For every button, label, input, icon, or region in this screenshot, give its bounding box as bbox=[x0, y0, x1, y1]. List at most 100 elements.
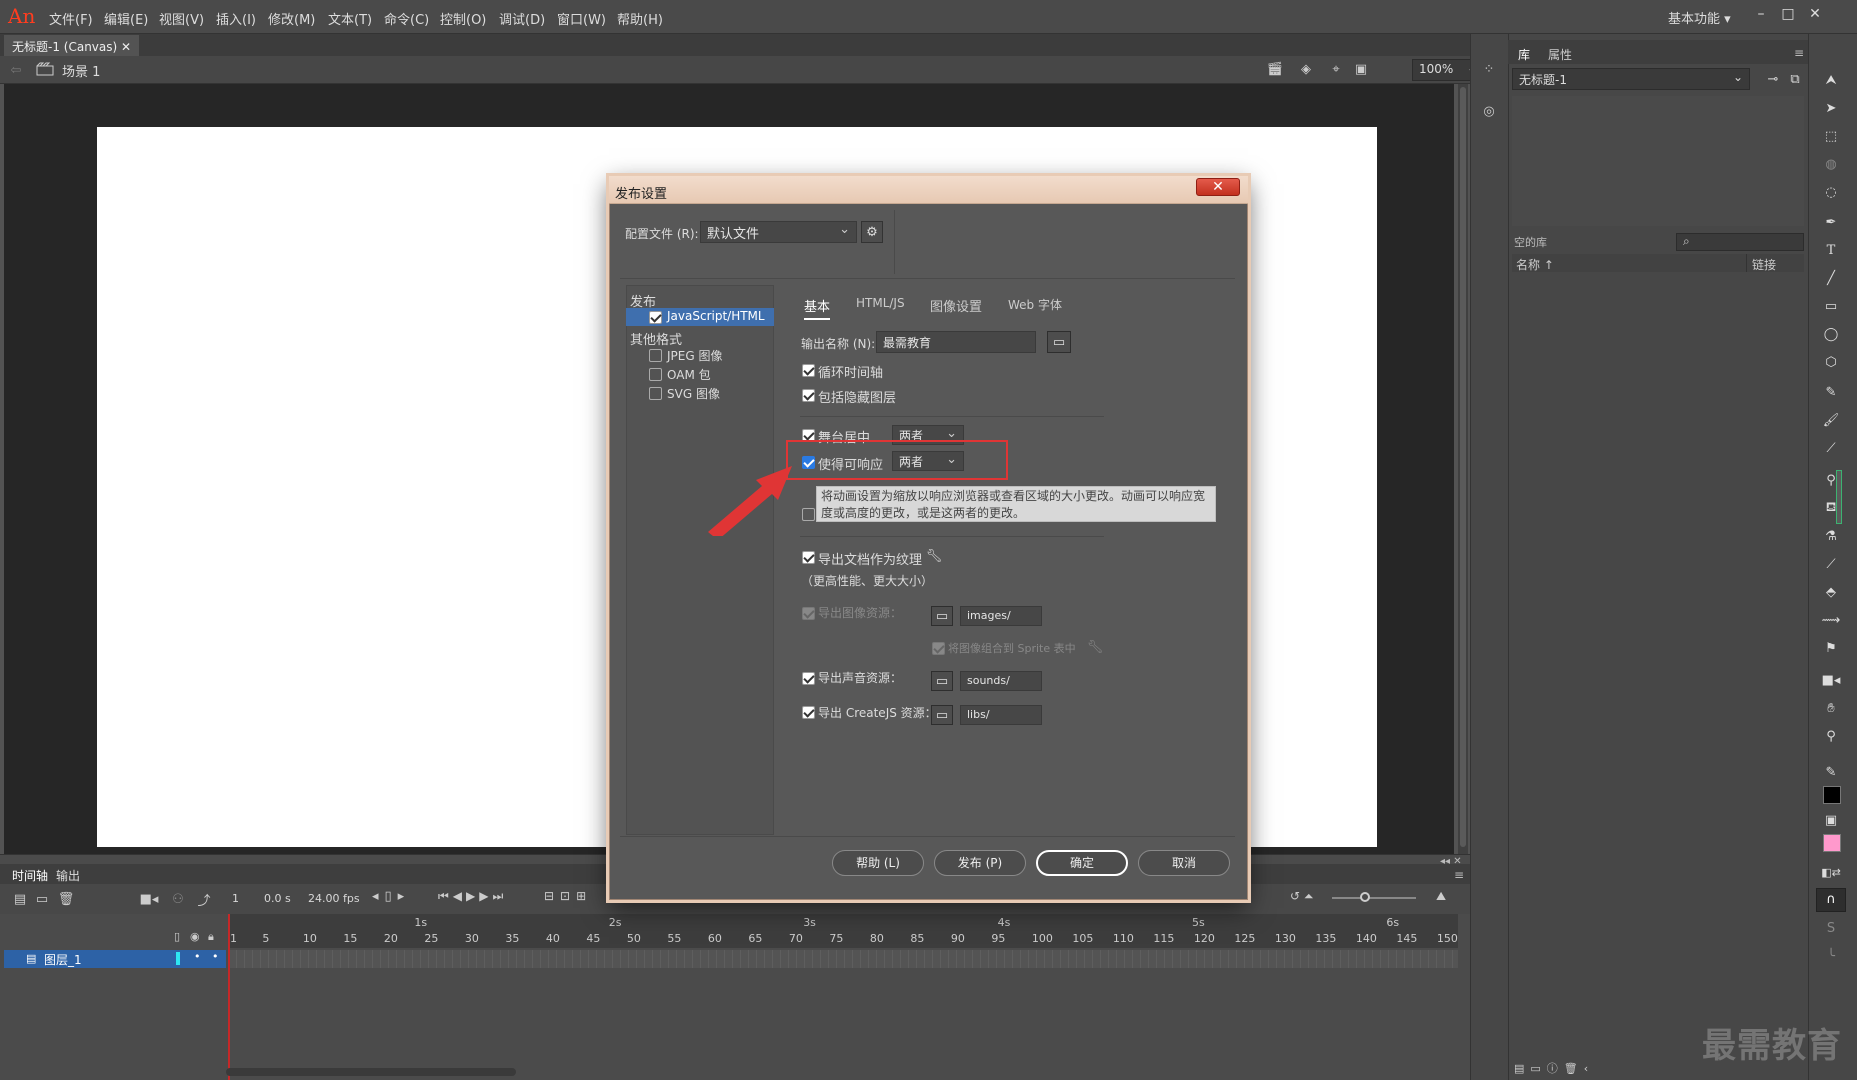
sounds-folder-icon[interactable]: ▭ bbox=[931, 671, 953, 691]
wrench-icon[interactable]: 🔧︎ bbox=[926, 548, 943, 564]
sprite-checkbox[interactable] bbox=[932, 642, 945, 655]
graph-icon[interactable]: ⤴ bbox=[196, 891, 212, 909]
library-list[interactable] bbox=[1512, 272, 1804, 1052]
clip-content-icon[interactable]: ▣ bbox=[1352, 60, 1370, 78]
minimize-icon[interactable]: – bbox=[1749, 4, 1773, 24]
lock-icon[interactable]: 🔒︎ bbox=[208, 930, 214, 944]
new-library-panel-icon[interactable]: ⧉ bbox=[1786, 70, 1804, 88]
frame-rate[interactable]: 24.00 fps bbox=[308, 892, 360, 905]
tab-web-fonts[interactable]: Web 字体 bbox=[1008, 296, 1062, 313]
frame-ruler[interactable]: 1s 2s 3s 4s 5s 6s 1 5 10 15 20 25 30 35 40 45 50 55 60 65 70… bbox=[228, 914, 1458, 948]
collapse-panel-icon[interactable]: ◂◂ ✕ bbox=[1440, 856, 1462, 867]
width-tool-icon[interactable]: ⟿ bbox=[1817, 608, 1845, 632]
export-sounds-checkbox[interactable] bbox=[802, 672, 815, 685]
zoom-tool-icon[interactable]: ⚲ bbox=[1817, 724, 1845, 748]
menu-insert[interactable]: 插入(I) bbox=[216, 9, 256, 28]
loop-icon[interactable]: ↺ ⏶ bbox=[1290, 889, 1313, 904]
profile-gear-icon[interactable]: ⚙ bbox=[861, 221, 883, 243]
oam-checkbox[interactable] bbox=[649, 368, 662, 381]
rectangle-tool-icon[interactable]: ▭ bbox=[1817, 294, 1845, 318]
cc-libraries-icon[interactable]: ◎ bbox=[1478, 100, 1500, 122]
motion-presets-icon[interactable]: ⁘ bbox=[1478, 58, 1500, 80]
edit-scene-icon[interactable]: 🎬︎ bbox=[1266, 60, 1284, 78]
eye-icon[interactable]: ◉ bbox=[190, 930, 200, 943]
workspace-switcher[interactable]: 基本功能 ▾ bbox=[1668, 8, 1731, 27]
hand-tool-icon[interactable]: ✋︎ bbox=[1817, 696, 1845, 720]
center-stage-icon[interactable]: ⌖ bbox=[1327, 60, 1345, 78]
oval-tool-icon[interactable]: ◯ bbox=[1817, 322, 1845, 346]
tools-scrollbar[interactable] bbox=[1836, 470, 1842, 524]
images-folder-icon[interactable]: ▭ bbox=[931, 606, 953, 626]
3d-rotation-tool-icon[interactable]: ◍ bbox=[1817, 152, 1845, 176]
ink-bottle-tool-icon[interactable]: ⚗ bbox=[1817, 524, 1845, 548]
stroke-swatch[interactable] bbox=[1823, 786, 1841, 804]
onion-skin-icons[interactable]: ⊟⊡⊞ bbox=[544, 889, 592, 903]
polystar-tool-icon[interactable]: ⬡ bbox=[1817, 350, 1845, 374]
playhead[interactable] bbox=[228, 914, 230, 1080]
loop-timeline-checkbox[interactable] bbox=[802, 364, 815, 377]
line-tool-icon[interactable]: ╱ bbox=[1817, 266, 1845, 290]
ok-button[interactable]: 确定 bbox=[1036, 850, 1128, 876]
dialog-close-button[interactable]: ✕ bbox=[1196, 178, 1240, 196]
eraser-tool-icon[interactable]: ⬘ bbox=[1817, 580, 1845, 604]
tab-library[interactable]: 库 bbox=[1518, 46, 1530, 63]
camera-icon[interactable]: ■◂ bbox=[140, 891, 159, 907]
layer-row[interactable]: ▤ 图层_1 • • bbox=[4, 950, 226, 968]
output-name-input[interactable]: 最需教育 bbox=[876, 331, 1036, 353]
current-frame[interactable]: 1 bbox=[232, 892, 239, 905]
pen-tool-icon[interactable]: ✒︎ bbox=[1817, 210, 1845, 234]
menu-debug[interactable]: 调试(D) bbox=[499, 9, 545, 28]
trash-icon[interactable]: 🗑︎ bbox=[58, 891, 75, 907]
frame-nav-icons[interactable]: ◂▯▸ bbox=[372, 889, 410, 904]
playback-controls-icons[interactable]: ⏮◀▶▶⏭ bbox=[438, 889, 507, 904]
selection-tool-icon[interactable]: ⮝ bbox=[1817, 68, 1845, 92]
include-hidden-checkbox[interactable] bbox=[802, 389, 815, 402]
publish-button[interactable]: 发布 (P) bbox=[934, 850, 1026, 876]
timeline-scrollbar[interactable] bbox=[226, 1068, 516, 1076]
profile-select[interactable]: 默认文件 bbox=[700, 221, 857, 243]
pencil-tool-icon[interactable]: ✎ bbox=[1817, 380, 1845, 404]
svg-checkbox[interactable] bbox=[649, 387, 662, 400]
camera-tool-icon[interactable]: ■◂ bbox=[1817, 668, 1845, 692]
menu-file[interactable]: 文件(F) bbox=[49, 9, 93, 28]
lasso-tool-icon[interactable]: ◌ bbox=[1817, 180, 1845, 204]
tab-output[interactable]: 输出 bbox=[56, 867, 80, 884]
images-path-input[interactable]: images/ bbox=[960, 606, 1042, 626]
menu-modify[interactable]: 修改(M) bbox=[268, 9, 315, 28]
subselection-tool-icon[interactable]: ➤ bbox=[1817, 96, 1845, 120]
library-search-input[interactable]: ⌕ bbox=[1676, 233, 1804, 251]
brush-tool-icon[interactable]: ⟋ bbox=[1817, 436, 1845, 460]
visibility-dot[interactable]: • bbox=[194, 950, 201, 963]
frames-row[interactable] bbox=[228, 950, 1458, 968]
eyedropper-tool-icon[interactable]: ⟋ bbox=[1817, 552, 1845, 576]
asset-warp-tool-icon[interactable]: ⚑ bbox=[1817, 636, 1845, 660]
lock-dot[interactable]: • bbox=[212, 950, 219, 963]
panel-menu-icon[interactable]: ≡ bbox=[1454, 868, 1464, 882]
menu-control[interactable]: 控制(O) bbox=[440, 9, 486, 28]
highlight-icon[interactable]: ▯ bbox=[174, 930, 180, 943]
libs-path-input[interactable]: libs/ bbox=[960, 705, 1042, 725]
export-texture-checkbox[interactable] bbox=[802, 551, 815, 564]
menu-edit[interactable]: 编辑(E) bbox=[104, 9, 148, 28]
paint-brush-tool-icon[interactable]: 🖌︎ bbox=[1817, 408, 1845, 432]
tab-timeline[interactable]: 时间轴 bbox=[12, 867, 48, 884]
parenting-icon[interactable]: ⚇ bbox=[170, 891, 186, 907]
edit-symbol-icon[interactable]: ◈ bbox=[1297, 60, 1315, 78]
menu-view[interactable]: 视图(V) bbox=[159, 9, 204, 28]
free-transform-tool-icon[interactable]: ⬚ bbox=[1817, 124, 1845, 148]
pin-icon[interactable]: ⊸ bbox=[1764, 70, 1782, 88]
panel-menu-icon[interactable]: ≡ bbox=[1794, 46, 1804, 60]
menu-help[interactable]: 帮助(H) bbox=[617, 9, 663, 28]
tab-image-settings[interactable]: 图像设置 bbox=[930, 296, 982, 315]
library-document-select[interactable]: 无标题-1 ⌄ bbox=[1512, 68, 1750, 90]
column-link[interactable]: 链接 bbox=[1752, 256, 1776, 273]
wrench-icon[interactable]: 🔧︎ bbox=[1087, 640, 1104, 655]
jpeg-checkbox[interactable] bbox=[649, 349, 662, 362]
snap-to-objects-icon[interactable]: ∩ bbox=[1816, 888, 1846, 912]
menu-window[interactable]: 窗口(W) bbox=[557, 9, 606, 28]
column-name[interactable]: 名称 ↑ bbox=[1516, 256, 1554, 273]
new-layer-icon[interactable]: ▤ bbox=[12, 891, 28, 907]
menu-commands[interactable]: 命令(C) bbox=[384, 9, 429, 28]
library-footer-icons[interactable]: ▤▭ⓘ🗑︎‹ bbox=[1514, 1060, 1594, 1076]
maximize-icon[interactable]: □ bbox=[1776, 4, 1800, 24]
